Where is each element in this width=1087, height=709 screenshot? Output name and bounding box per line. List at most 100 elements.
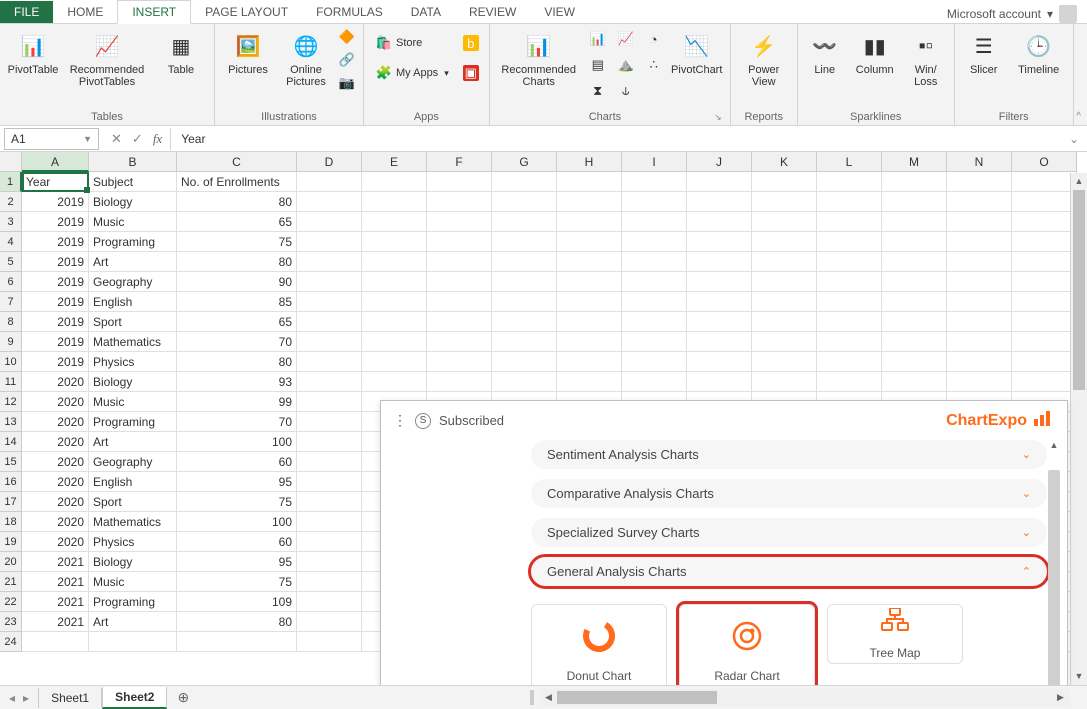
cell[interactable] [492,252,557,272]
stock-chart-button[interactable]: ⧗ [588,82,608,100]
cell[interactable]: 90 [177,272,297,292]
cell[interactable]: 2020 [22,452,89,472]
hbar-chart-button[interactable]: ▤ [588,56,608,74]
cell[interactable] [427,272,492,292]
cell[interactable]: 80 [177,612,297,632]
cell[interactable] [1012,172,1077,192]
cell[interactable] [297,252,362,272]
cell[interactable] [427,232,492,252]
cell[interactable] [752,272,817,292]
cell[interactable] [1012,232,1077,252]
cell[interactable] [22,632,89,652]
cell[interactable]: English [89,472,177,492]
pictures-button[interactable]: 🖼️Pictures [221,28,275,78]
cell[interactable]: Art [89,432,177,452]
cell[interactable]: 99 [177,392,297,412]
online-pictures-button[interactable]: 🌐Online Pictures [279,28,333,90]
cell[interactable]: 95 [177,472,297,492]
cell[interactable] [752,332,817,352]
cell[interactable] [687,192,752,212]
cell[interactable] [362,212,427,232]
cell[interactable] [817,352,882,372]
column-header[interactable]: O [1012,152,1077,172]
category-survey[interactable]: Specialized Survey Charts⌄ [531,518,1047,547]
cell[interactable] [1012,372,1077,392]
cell[interactable]: 100 [177,512,297,532]
cell[interactable] [362,192,427,212]
scroll-thumb[interactable] [1048,470,1060,685]
tile-donut-chart[interactable]: Donut Chart [531,604,667,685]
cell[interactable]: Music [89,212,177,232]
line-chart-button[interactable]: 📈 [616,30,636,48]
cell[interactable]: 2019 [22,232,89,252]
scroll-right-button[interactable]: ▶ [1052,692,1069,703]
cell[interactable] [622,272,687,292]
cell[interactable]: 2019 [22,272,89,292]
cell[interactable] [492,352,557,372]
cell[interactable] [492,372,557,392]
formula-input[interactable]: Year [171,128,1061,150]
cell[interactable] [297,392,362,412]
cell[interactable] [687,332,752,352]
slicer-button[interactable]: ☰Slicer [961,28,1007,78]
tab-page-layout[interactable]: PAGE LAYOUT [191,1,302,23]
row-header[interactable]: 1 [0,172,22,192]
cell[interactable] [427,252,492,272]
scroll-up-button[interactable]: ▲ [1047,440,1061,456]
cell[interactable]: Programing [89,232,177,252]
cell[interactable] [492,232,557,252]
cell[interactable] [427,212,492,232]
cell[interactable] [947,252,1012,272]
cell[interactable] [362,252,427,272]
sparkline-winloss-button[interactable]: ▪▫Win/ Loss [904,28,948,90]
cell[interactable] [947,192,1012,212]
cell[interactable] [297,412,362,432]
column-header[interactable]: L [817,152,882,172]
cell[interactable] [427,172,492,192]
pane-scrollbar[interactable]: ▲ [1047,440,1061,685]
cell[interactable] [882,372,947,392]
cell[interactable] [882,292,947,312]
row-header[interactable]: 13 [0,412,22,432]
cell[interactable]: 2020 [22,372,89,392]
cell[interactable]: 80 [177,352,297,372]
cell[interactable] [687,352,752,372]
scroll-down-button[interactable]: ▼ [1071,668,1087,685]
bing-maps-button[interactable]: b [461,34,481,52]
column-header[interactable]: G [492,152,557,172]
cell[interactable]: 2019 [22,252,89,272]
cell[interactable] [362,272,427,292]
sheet-tab-sheet1[interactable]: Sheet1 [38,688,102,708]
cell[interactable] [947,272,1012,292]
cell[interactable]: 65 [177,212,297,232]
cell[interactable]: Geography [89,452,177,472]
cell[interactable] [687,272,752,292]
cell[interactable]: 2021 [22,592,89,612]
column-header[interactable]: F [427,152,492,172]
cell[interactable]: Art [89,612,177,632]
cell[interactable] [947,372,1012,392]
cell[interactable]: 70 [177,332,297,352]
recommended-pivottables-button[interactable]: 📈Recommended PivotTables [64,28,150,90]
tile-tree-map[interactable]: Tree Map [827,604,963,664]
shapes-button[interactable]: 🔶 [337,28,357,46]
cell[interactable] [817,292,882,312]
cell[interactable]: 70 [177,412,297,432]
cell[interactable]: 2021 [22,612,89,632]
cell[interactable] [297,512,362,532]
cell[interactable] [687,172,752,192]
cell[interactable] [947,172,1012,192]
cell[interactable] [1012,312,1077,332]
cell[interactable] [817,192,882,212]
scroll-left-button[interactable]: ◀ [540,692,557,703]
cell[interactable] [362,372,427,392]
cell[interactable] [817,272,882,292]
cell[interactable]: Sport [89,312,177,332]
cell[interactable]: No. of Enrollments [177,172,297,192]
vertical-scrollbar[interactable]: ▲ ▼ [1070,173,1087,685]
my-apps-button[interactable]: 🧩My Apps▾ [374,64,451,82]
name-box[interactable]: A1 ▼ [4,128,99,150]
row-header[interactable]: 18 [0,512,22,532]
cell[interactable]: Art [89,252,177,272]
tab-file[interactable]: FILE [0,1,53,23]
